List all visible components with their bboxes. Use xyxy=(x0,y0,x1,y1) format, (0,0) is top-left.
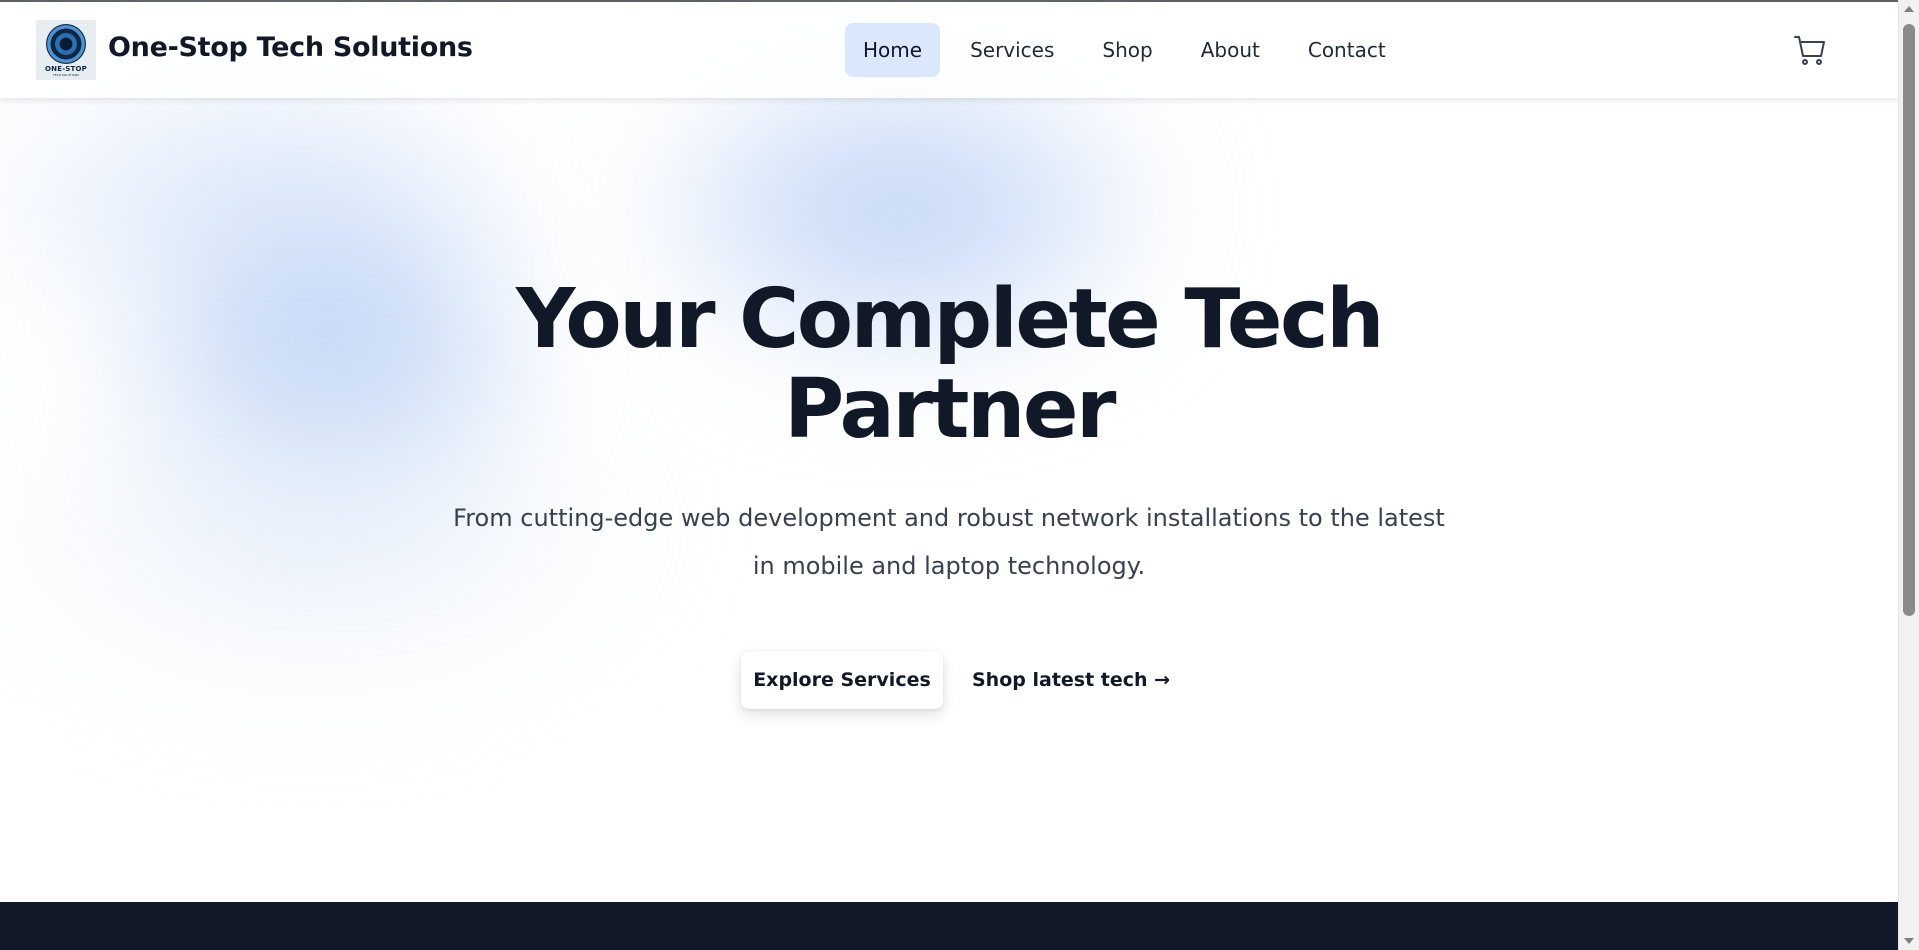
hero-title-line-1: Your Complete Tech xyxy=(516,272,1384,367)
hero-subtitle-line-1: From cutting-edge web development and ro… xyxy=(453,504,1445,532)
logo-text: ONE-STOP xyxy=(45,64,87,73)
explore-services-button[interactable]: Explore Services xyxy=(741,651,943,709)
shopping-cart-icon[interactable] xyxy=(1792,32,1828,68)
brand-name[interactable]: One-Stop Tech Solutions xyxy=(108,32,473,63)
nav-item-home[interactable]: Home xyxy=(845,23,941,77)
brand-logo[interactable]: ONE-STOP TECH SOLUTIONS xyxy=(36,20,96,80)
scroll-down-arrow-icon[interactable] xyxy=(1904,938,1914,944)
site-header: ONE-STOP TECH SOLUTIONS One-Stop Tech So… xyxy=(0,2,1898,98)
scroll-up-arrow-icon[interactable] xyxy=(1904,6,1914,12)
hero-title: Your Complete Tech Partner xyxy=(380,275,1518,455)
hero-title-line-2: Partner xyxy=(784,362,1116,457)
hero-subtitle: From cutting-edge web development and ro… xyxy=(430,494,1468,590)
logo-subtext: TECH SOLUTIONS xyxy=(52,72,80,77)
nav-item-about[interactable]: About xyxy=(1183,23,1278,77)
logo-emblem-icon xyxy=(46,23,86,64)
shop-latest-tech-link[interactable]: Shop latest tech → xyxy=(972,651,1170,709)
hero-subtitle-line-2: in mobile and laptop technology. xyxy=(752,552,1146,580)
vertical-scrollbar[interactable] xyxy=(1898,0,1919,950)
nav-item-shop[interactable]: Shop xyxy=(1084,23,1170,77)
nav-item-services[interactable]: Services xyxy=(952,23,1072,77)
page-viewport: ONE-STOP TECH SOLUTIONS One-Stop Tech So… xyxy=(0,0,1898,950)
scrollbar-thumb[interactable] xyxy=(1903,24,1915,616)
main-nav: Home Services Shop About Contact xyxy=(845,23,1416,77)
nav-item-contact[interactable]: Contact xyxy=(1290,23,1404,77)
footer-section xyxy=(0,902,1898,950)
